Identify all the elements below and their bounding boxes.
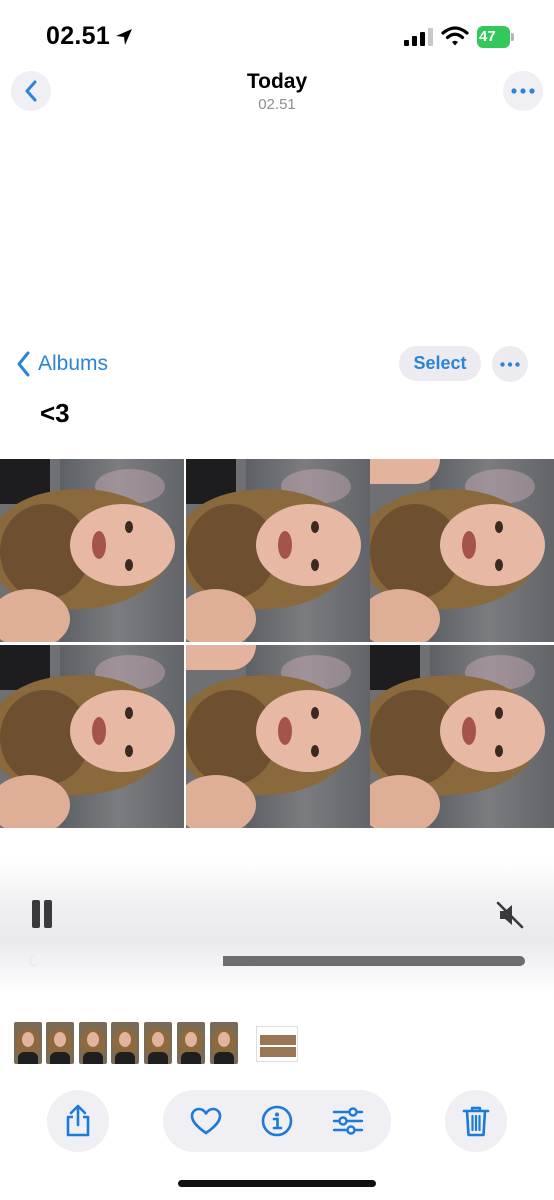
photo-thumbnail[interactable] xyxy=(370,459,554,642)
status-time: 02.51 xyxy=(46,22,111,50)
album-more-button[interactable] xyxy=(492,346,528,382)
filmstrip-thumbnail[interactable] xyxy=(46,1022,74,1064)
location-arrow-icon xyxy=(116,29,132,45)
page-title: Today xyxy=(246,70,308,93)
albums-back-link[interactable]: Albums xyxy=(16,350,108,378)
share-icon xyxy=(66,1104,90,1137)
battery-charging-icon: 47 xyxy=(477,26,515,48)
select-button[interactable]: Select xyxy=(399,346,481,381)
favorite-button[interactable] xyxy=(189,1104,223,1138)
battery-tip xyxy=(511,33,514,41)
filmstrip-thumbnail[interactable] xyxy=(144,1022,172,1064)
more-options-button[interactable] xyxy=(503,71,543,111)
action-pill xyxy=(163,1090,391,1152)
delete-button[interactable] xyxy=(445,1090,507,1152)
edit-button[interactable] xyxy=(331,1104,365,1138)
info-icon xyxy=(261,1105,293,1137)
video-progress-fill xyxy=(30,956,224,966)
ellipsis-icon xyxy=(511,88,535,94)
filmstrip-thumbnail-current[interactable] xyxy=(256,1026,298,1062)
adjust-sliders-icon xyxy=(332,1107,364,1135)
wifi-icon xyxy=(441,26,469,46)
heart-icon xyxy=(190,1107,222,1135)
status-bar: 02.51 47 xyxy=(0,0,554,70)
battery-level: 47 xyxy=(479,28,496,45)
speaker-muted-icon[interactable] xyxy=(494,899,526,931)
pause-button[interactable] xyxy=(30,900,54,928)
filmstrip-thumbnail[interactable] xyxy=(210,1022,238,1064)
info-button[interactable] xyxy=(260,1104,294,1138)
filmstrip-thumbnail[interactable] xyxy=(79,1022,107,1064)
trash-icon xyxy=(462,1106,490,1137)
video-scrubber[interactable] xyxy=(30,956,525,966)
filmstrip-thumbnail[interactable] xyxy=(111,1022,139,1064)
share-button[interactable] xyxy=(47,1090,109,1152)
photo-thumbnail[interactable] xyxy=(186,645,370,828)
chevron-left-icon xyxy=(17,351,30,377)
album-title: <3 xyxy=(40,398,70,428)
filmstrip-thumbnail[interactable] xyxy=(14,1022,42,1064)
ellipsis-icon xyxy=(500,361,520,367)
photo-thumbnail[interactable] xyxy=(0,459,184,642)
cellular-signal-icon xyxy=(404,28,433,46)
photo-grid xyxy=(0,459,554,829)
photo-thumbnail[interactable] xyxy=(370,645,554,828)
albums-back-label: Albums xyxy=(38,352,109,375)
photo-thumbnail[interactable] xyxy=(186,459,370,642)
home-indicator xyxy=(178,1180,376,1187)
page-subtitle: 02.51 xyxy=(258,96,296,113)
player-controls-backdrop xyxy=(0,860,554,995)
filmstrip-thumbnail[interactable] xyxy=(177,1022,205,1064)
photo-thumbnail[interactable] xyxy=(0,645,184,828)
